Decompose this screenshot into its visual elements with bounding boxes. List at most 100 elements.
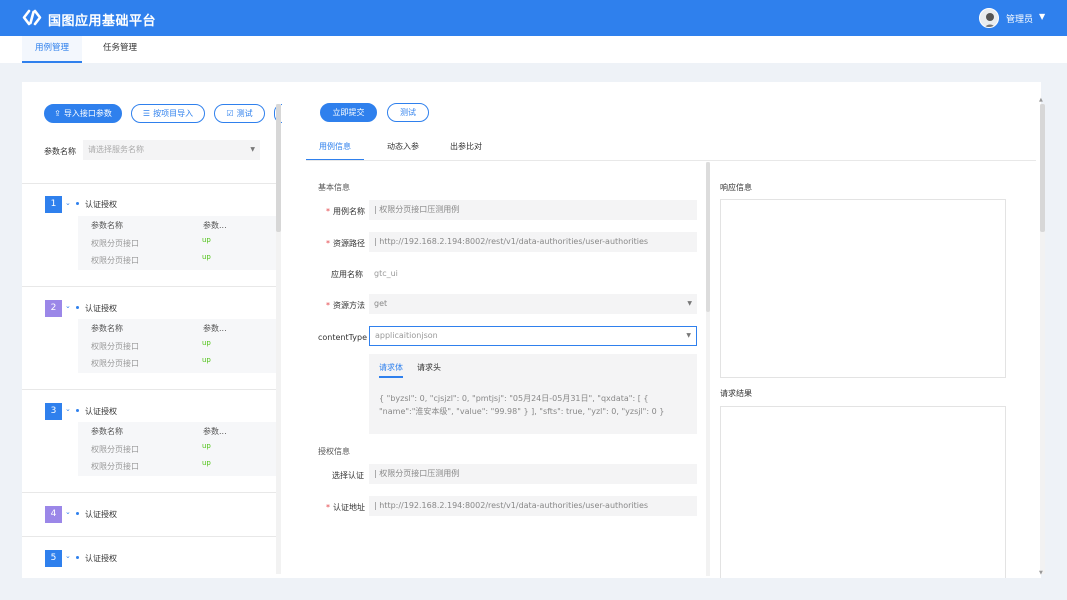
param-cell-value: up: [202, 442, 211, 450]
select-caret-icon: ▼: [250, 146, 255, 153]
chevron-down-icon[interactable]: ⌄: [65, 508, 71, 516]
case-number-4: 4: [45, 506, 62, 523]
left-test-button[interactable]: ☑ 测试: [214, 104, 265, 123]
resource-method-select[interactable]: get ▼: [369, 294, 697, 314]
request-body-text[interactable]: { "byzsl": 0, "cjsjzl": 0, "pmtjsj": "05…: [379, 392, 689, 418]
edit-icon: ☑: [226, 109, 234, 118]
required-mark: *: [326, 239, 330, 248]
form-scrollbar[interactable]: [706, 162, 710, 576]
param-table-2: 参数名称 参数... 权限分页接口 up 权限分页接口 up: [78, 319, 276, 373]
case-number-3: 3: [45, 403, 62, 420]
case-name-input[interactable]: | 权限分页接口压测用例: [369, 200, 697, 220]
app-title: 国图应用基础平台: [48, 14, 157, 29]
import-by-project-label: 按项目导入: [153, 109, 194, 118]
param-header-value: 参数...: [203, 221, 227, 230]
tab-case-management[interactable]: 用例管理: [22, 36, 82, 63]
import-by-project-button[interactable]: ☰ 按项目导入: [131, 104, 205, 123]
param-cell-value: up: [202, 253, 211, 261]
auth-url-label: * 认证地址: [326, 502, 365, 513]
param-cell-name: 权限分页接口: [91, 359, 139, 368]
status-dot: [76, 306, 79, 309]
chevron-down-icon[interactable]: ⌄: [65, 405, 71, 413]
auth-select-label: 选择认证: [332, 471, 364, 480]
chevron-down-icon[interactable]: ⌄: [65, 199, 71, 207]
scroll-up-icon[interactable]: ▲: [1039, 97, 1043, 103]
import-params-button[interactable]: ⇪ 导入接口参数: [44, 104, 122, 123]
param-header-name: 参数名称: [91, 221, 123, 230]
resource-path-input[interactable]: | http://192.168.2.194:8002/rest/v1/data…: [369, 232, 697, 252]
param-cell-value: up: [202, 459, 211, 467]
required-mark: *: [326, 207, 330, 216]
avatar-image-icon: [984, 13, 996, 27]
resource-method-label-text: 资源方法: [333, 301, 365, 310]
request-result-box[interactable]: [720, 406, 1006, 578]
resource-path-label-text: 资源路径: [333, 239, 365, 248]
resource-path-label: * 资源路径: [326, 238, 365, 249]
case-number-1: 1: [45, 196, 62, 213]
service-name-select[interactable]: 请选择服务名称 ▼: [83, 140, 260, 160]
divider: [22, 183, 276, 184]
tab-dynamic-input[interactable]: 动态入参: [378, 137, 428, 161]
app-name-value: gtc_ui: [374, 269, 398, 278]
avatar[interactable]: [979, 8, 999, 28]
param-cell-name: 权限分页接口: [91, 342, 139, 351]
tab-request-body[interactable]: 请求体: [379, 362, 403, 378]
right-scrollbar[interactable]: [1040, 104, 1045, 574]
param-name-label: 参数名称: [44, 147, 76, 156]
submit-button[interactable]: 立即提交: [320, 103, 377, 122]
request-editor: 请求体 请求头 { "byzsl": 0, "cjsjzl": 0, "pmtj…: [369, 354, 697, 434]
status-dot: [76, 556, 79, 559]
service-name-placeholder: 请选择服务名称: [88, 145, 144, 154]
import-params-label: 导入接口参数: [63, 109, 112, 118]
left-scrollbar[interactable]: [276, 104, 281, 574]
response-info-box[interactable]: [720, 199, 1006, 378]
param-header-value: 参数...: [203, 324, 227, 333]
content-type-label: contentType: [318, 333, 368, 342]
center-test-button[interactable]: 测试: [387, 103, 429, 122]
param-cell-name: 权限分页接口: [91, 445, 139, 454]
logo-icon: [22, 9, 42, 26]
left-test-label: 测试: [236, 109, 253, 118]
required-mark: *: [326, 301, 330, 310]
scroll-down-icon[interactable]: ▼: [1039, 570, 1043, 576]
case-title-1[interactable]: 认证授权: [85, 199, 117, 210]
tab-task-management[interactable]: 任务管理: [90, 36, 150, 63]
status-dot: [76, 512, 79, 515]
param-header-value: 参数...: [203, 427, 227, 436]
case-title-5[interactable]: 认证授权: [85, 553, 117, 564]
param-header-name: 参数名称: [91, 427, 123, 436]
top-tab-bar: 用例管理 任务管理: [0, 36, 1067, 63]
case-title-4[interactable]: 认证授权: [85, 509, 117, 520]
tab-output-compare[interactable]: 出参比对: [441, 137, 491, 161]
case-title-2[interactable]: 认证授权: [85, 303, 117, 314]
param-cell-value: up: [202, 356, 211, 364]
divider: [22, 536, 276, 537]
param-cell-value: up: [202, 339, 211, 347]
required-mark: *: [326, 503, 330, 512]
sub-tab-divider: [306, 160, 1036, 161]
request-result-title: 请求结果: [720, 389, 752, 398]
left-scrollbar-thumb[interactable]: [276, 104, 281, 232]
form-scrollbar-thumb[interactable]: [706, 162, 710, 312]
case-title-3[interactable]: 认证授权: [85, 406, 117, 417]
divider: [22, 286, 276, 287]
content-type-select[interactable]: applicaitionjson ▼: [369, 326, 697, 346]
divider: [22, 389, 276, 390]
auth-select-input[interactable]: | 权限分页接口压测用例: [369, 464, 697, 484]
case-name-label: * 用例名称: [326, 206, 365, 217]
param-header-name: 参数名称: [91, 324, 123, 333]
tab-case-info[interactable]: 用例信息: [306, 137, 364, 161]
chevron-down-icon[interactable]: ⌄: [65, 302, 71, 310]
right-scrollbar-thumb[interactable]: [1040, 104, 1045, 232]
response-info-title: 响应信息: [720, 183, 752, 192]
select-caret-icon: ▼: [687, 300, 692, 307]
user-name[interactable]: 管理员: [1006, 12, 1033, 25]
param-cell-name: 权限分页接口: [91, 462, 139, 471]
auth-url-input[interactable]: | http://192.168.2.194:8002/rest/v1/data…: [369, 496, 697, 516]
chevron-down-icon[interactable]: ⌄: [65, 552, 71, 560]
resource-method-label: * 资源方法: [326, 300, 365, 311]
upload-icon: ⇪: [54, 109, 61, 118]
user-menu-caret-icon[interactable]: ▼: [1039, 12, 1045, 21]
case-number-2: 2: [45, 300, 62, 317]
tab-request-header[interactable]: 请求头: [417, 362, 441, 373]
